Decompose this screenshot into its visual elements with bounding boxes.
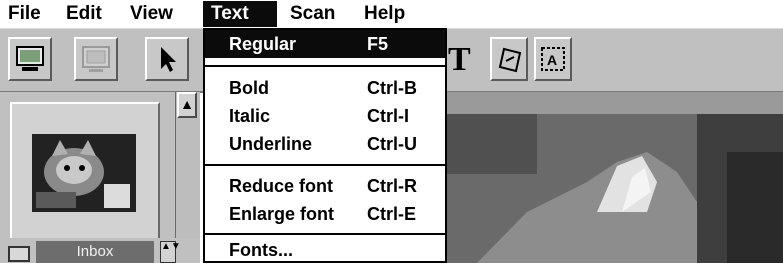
text-tool-icon[interactable]: T: [448, 43, 476, 77]
menu-item-shortcut: F5: [367, 34, 389, 54]
cat-thumbnail: [32, 134, 136, 212]
menu-separator: [205, 65, 445, 67]
image-title-strip: [447, 92, 783, 114]
pointer-arrow-icon: [161, 47, 176, 72]
menu-item-regular[interactable]: Regular F5: [205, 30, 445, 58]
text-menu-dropdown: Regular F5 Bold Ctrl-B Italic Ctrl-I Und…: [203, 28, 447, 263]
menu-bar: File Edit View Text Scan Help: [0, 0, 783, 29]
rotate-page-button[interactable]: [490, 37, 528, 81]
display-button[interactable]: [74, 37, 118, 81]
menu-item-shortcut: Ctrl-B: [367, 78, 417, 98]
menu-item-shortcut: Ctrl-I: [367, 106, 409, 126]
menu-item-underline[interactable]: Underline Ctrl-U: [205, 130, 445, 158]
menu-item-enlarge-font[interactable]: Enlarge font Ctrl-E: [205, 200, 445, 228]
cat-image: [447, 114, 783, 263]
menu-file[interactable]: File: [0, 1, 49, 27]
svg-text:A: A: [547, 52, 557, 68]
display-icon: [82, 46, 110, 72]
folder-spin-button[interactable]: ▲▼: [160, 241, 181, 263]
menu-scan[interactable]: Scan: [282, 1, 343, 27]
pointer-button[interactable]: [145, 37, 189, 81]
menu-item-label: Italic: [229, 106, 271, 126]
menu-item-label: Underline: [229, 134, 313, 154]
folder-icon: [8, 246, 30, 262]
scanner-icon: [16, 46, 44, 71]
menu-item-reduce-font[interactable]: Reduce font Ctrl-R: [205, 172, 445, 200]
menu-item-label: Reduce font: [229, 176, 334, 196]
menu-view[interactable]: View: [122, 1, 181, 27]
menu-item-italic[interactable]: Italic Ctrl-I: [205, 102, 445, 130]
menu-edit[interactable]: Edit: [58, 1, 110, 27]
image-view[interactable]: [447, 92, 783, 263]
menu-item-label: Bold: [229, 78, 269, 98]
menu-item-label: Fonts...: [229, 240, 293, 260]
menu-item-shortcut: Ctrl-E: [367, 204, 416, 224]
menu-help[interactable]: Help: [356, 1, 413, 27]
thumbnail-frame[interactable]: [10, 102, 160, 240]
menu-separator: [205, 164, 445, 166]
folder-select[interactable]: Inbox: [36, 241, 154, 263]
menu-item-label: Enlarge font: [229, 204, 335, 224]
rotate-page-icon: [498, 47, 522, 73]
menu-item-shortcut: Ctrl-U: [367, 134, 417, 154]
ocr-text-icon: A: [541, 47, 565, 71]
menu-item-bold[interactable]: Bold Ctrl-B: [205, 74, 445, 102]
menu-text[interactable]: Text: [203, 1, 277, 27]
menu-item-label: Regular: [229, 34, 297, 54]
scanner-button[interactable]: [8, 37, 52, 81]
scroll-up-button[interactable]: ▲: [177, 92, 197, 118]
menu-item-fonts[interactable]: Fonts...: [205, 236, 445, 264]
menu-item-shortcut: Ctrl-R: [367, 176, 417, 196]
ocr-button[interactable]: A: [534, 37, 572, 81]
menu-separator: [205, 233, 445, 235]
